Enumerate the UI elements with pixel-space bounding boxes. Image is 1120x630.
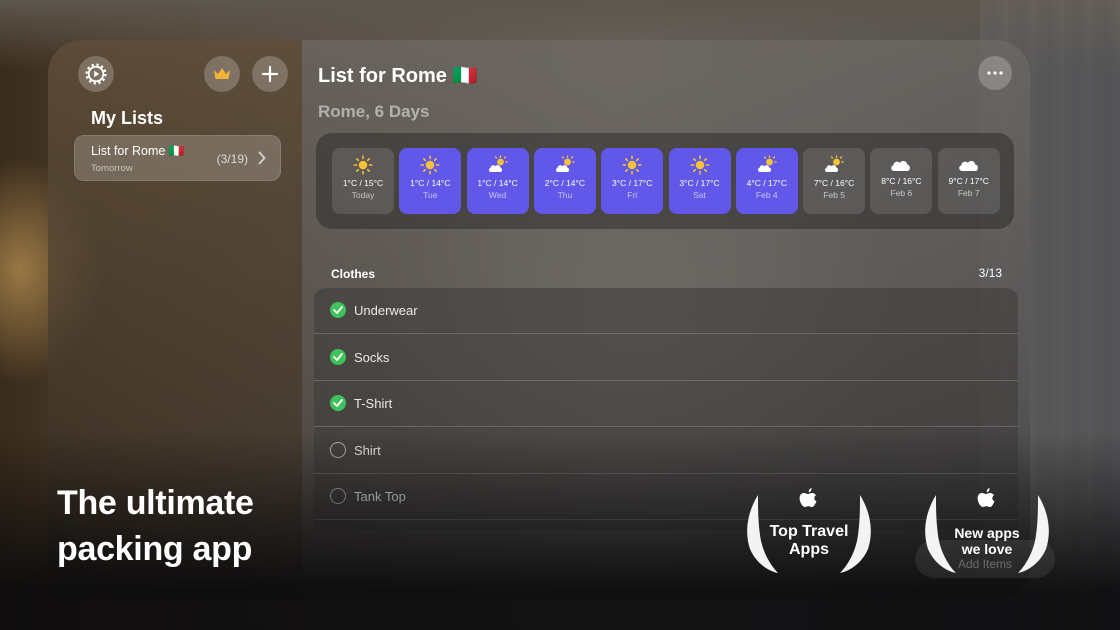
- forecast-day-label: Feb 5: [823, 190, 845, 200]
- list-item-title: List for Rome 🇮🇹: [91, 144, 185, 158]
- cloud-icon: [891, 160, 911, 171]
- forecast-temperature: 2°C / 14°C: [544, 178, 586, 188]
- forecast-day[interactable]: 1°C / 14°C Tue: [399, 148, 462, 214]
- forecast-day-label: Thu: [557, 190, 573, 200]
- list-item-count: (3/19): [216, 152, 248, 166]
- award-line-1: New apps: [954, 525, 1020, 541]
- forecast-day-label: Feb 6: [890, 188, 913, 198]
- section-count: 3/13: [978, 266, 1002, 280]
- ellipsis-icon: [987, 71, 1003, 75]
- sun-icon: [622, 155, 642, 175]
- forecast-day[interactable]: 2°C / 14°C Thu: [533, 148, 596, 214]
- apple-logo-icon: [977, 488, 995, 507]
- my-lists-heading: My Lists: [91, 108, 164, 128]
- partly-cloudy-icon: [555, 155, 575, 172]
- premium-button[interactable]: [204, 56, 240, 92]
- more-options-button[interactable]: [978, 56, 1012, 90]
- list-item-label: Underwear: [354, 303, 418, 318]
- section-title: Clothes: [331, 267, 376, 281]
- forecast-day-label: Wed: [488, 190, 507, 200]
- forecast-temperature: 9°C / 17°C: [948, 176, 989, 186]
- cloud-icon: [958, 160, 978, 171]
- trip-subtitle: Rome, 6 Days: [318, 102, 430, 121]
- forecast-day-label: Today: [351, 190, 375, 200]
- checkmark-circle-icon[interactable]: [330, 348, 346, 365]
- forecast-day[interactable]: 3°C / 17°C Fri: [601, 148, 664, 214]
- award-line-2: Apps: [789, 541, 829, 558]
- tagline-line-2: packing app: [57, 530, 253, 568]
- forecast-temperature: 4°C / 17°C: [746, 178, 787, 188]
- page-title: List for Rome 🇮🇹: [318, 65, 478, 87]
- chevron-right-icon: [258, 151, 266, 165]
- forecast-day-label: Tue: [423, 190, 438, 200]
- sun-icon: [689, 155, 710, 175]
- forecast-day-label: Feb 7: [957, 188, 980, 198]
- list-item[interactable]: Socks: [314, 335, 1018, 381]
- checkmark-circle-icon[interactable]: [330, 395, 346, 412]
- list-item-label: T-Shirt: [354, 396, 393, 412]
- settings-button[interactable]: [78, 56, 114, 92]
- plus-icon: [262, 66, 278, 82]
- award-badge-top-travel: Top Travel Apps: [738, 487, 880, 575]
- forecast-temperature: 7°C / 16°C: [813, 178, 855, 188]
- partly-cloudy-icon: [825, 155, 844, 172]
- forecast-day[interactable]: 9°C / 17°C Feb 7: [937, 148, 1000, 214]
- gear-icon: [85, 63, 107, 85]
- partly-cloudy-icon: [757, 155, 777, 172]
- forecast-temperature: 3°C / 17°C: [612, 178, 653, 188]
- sun-icon: [420, 155, 440, 175]
- list-item-label: Socks: [354, 349, 390, 365]
- weather-forecast: 1°C / 15°C Today 1°C / 14°C Tue 1°C / 14°C We…: [316, 133, 1014, 229]
- award-text: New apps we love: [916, 525, 1058, 557]
- forecast-day[interactable]: 3°C / 17°C Sat: [668, 148, 731, 214]
- forecast-temperature: 1°C / 14°C: [477, 178, 518, 188]
- checkmark-circle-icon[interactable]: [330, 302, 346, 318]
- forecast-temperature: 1°C / 15°C: [342, 178, 384, 188]
- forecast-day[interactable]: 4°C / 17°C Feb 4: [735, 148, 798, 214]
- award-line-2: we love: [961, 541, 1013, 557]
- tagline-line-1: The ultimate: [57, 484, 254, 522]
- add-list-button[interactable]: [252, 56, 288, 92]
- forecast-day[interactable]: 1°C / 14°C Wed: [466, 148, 529, 214]
- award-line-1: Top Travel: [769, 523, 849, 540]
- list-item[interactable]: T-Shirt: [314, 381, 1018, 428]
- forecast-day[interactable]: 8°C / 16°C Feb 6: [870, 148, 933, 214]
- award-text: Top Travel Apps: [738, 523, 880, 559]
- forecast-temperature: 3°C / 17°C: [679, 178, 720, 188]
- list-item[interactable]: Underwear: [314, 288, 1018, 334]
- tagline: The ultimate packing app: [57, 480, 254, 572]
- forecast-day-label: Fri: [627, 190, 638, 200]
- sidebar-list-item-rome[interactable]: List for Rome 🇮🇹 Tomorrow (3/19): [74, 135, 281, 181]
- partly-cloudy-icon: [488, 155, 508, 172]
- apple-logo-icon: [799, 488, 817, 507]
- forecast-temperature: 8°C / 16°C: [881, 176, 922, 186]
- forecast-day-label: Feb 4: [755, 190, 778, 200]
- sun-icon: [353, 155, 373, 175]
- award-badge-new-apps: New apps we love: [916, 487, 1058, 575]
- forecast-day[interactable]: 1°C / 15°C Today: [332, 148, 394, 214]
- forecast-day[interactable]: 7°C / 16°C Feb 5: [803, 148, 866, 214]
- list-item-subtitle: Tomorrow: [91, 163, 133, 174]
- forecast-temperature: 1°C / 14°C: [410, 178, 451, 188]
- crown-icon: [214, 68, 230, 79]
- forecast-day-label: Sat: [693, 190, 706, 200]
